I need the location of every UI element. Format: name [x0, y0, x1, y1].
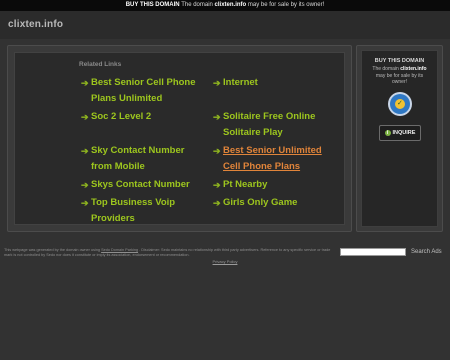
arrow-right-icon: ➔	[81, 198, 89, 208]
inquire-button[interactable]: i INQUIRE	[379, 125, 421, 141]
related-links-title: Related Links	[79, 61, 122, 68]
related-link[interactable]: ➔ Top Business Voip Providers	[81, 195, 206, 227]
related-link-highlighted[interactable]: ➔ Best Senior Unlimited Cell Phone Plans	[213, 143, 338, 175]
search-input[interactable]	[340, 248, 406, 256]
top-banner: BUY THIS DOMAIN The domain clixten.info …	[0, 0, 450, 11]
buy-domain-inner: BUY THIS DOMAIN The domain clixten.info …	[361, 50, 438, 227]
related-link-label[interactable]: Internet	[223, 75, 258, 91]
related-link[interactable]: ➔ Solitaire Free Online Solitaire Play	[213, 109, 338, 141]
arrow-right-icon: ➔	[81, 180, 89, 190]
top-banner-post: may be for sale by its owner!	[247, 2, 325, 8]
buy-domain-post: may be for sale by its owner!	[375, 72, 424, 86]
sedo-parking-link[interactable]: Sedo Domain Parking	[101, 248, 138, 252]
verified-seal-icon: ✓	[390, 94, 410, 114]
related-link[interactable]: ➔ Skys Contact Number	[81, 177, 206, 193]
info-icon: i	[384, 130, 391, 136]
disclaimer-text-1: This webpage was generated by the domain…	[4, 248, 101, 252]
disclaimer: This webpage was generated by the domain…	[4, 248, 334, 258]
arrow-right-icon: ➔	[81, 146, 89, 156]
arrow-right-icon: ➔	[81, 78, 89, 88]
related-links-left-column: ➔ Best Senior Cell Phone Plans Unlimited…	[81, 75, 206, 227]
related-link[interactable]: ➔ Sky Contact Number from Mobile	[81, 143, 206, 175]
buy-domain-name: clixten.info	[400, 66, 427, 72]
related-link-label[interactable]: Pt Nearby	[223, 177, 267, 193]
buy-domain-pre: The domain	[372, 66, 399, 72]
top-banner-pre: The domain	[181, 2, 213, 8]
site-name[interactable]: clixten.info	[8, 19, 63, 30]
related-links-inner: Related Links ➔ Best Senior Cell Phone P…	[14, 52, 345, 225]
related-links-right-column: ➔ Internet ➔ Solitaire Free Online Solit…	[213, 75, 338, 211]
related-link-label[interactable]: Girls Only Game	[223, 195, 297, 211]
arrow-right-icon: ➔	[213, 146, 221, 156]
top-banner-domain: clixten.info	[214, 2, 247, 8]
related-link[interactable]: ➔ Pt Nearby	[213, 177, 338, 193]
arrow-right-icon: ➔	[213, 112, 221, 122]
related-link-label[interactable]: Sky Contact Number from Mobile	[91, 143, 206, 175]
related-link-label[interactable]: Solitaire Free Online Solitaire Play	[223, 109, 338, 141]
related-link-label[interactable]: Top Business Voip Providers	[91, 195, 206, 227]
arrow-right-icon: ➔	[213, 198, 221, 208]
buy-domain-title: BUY THIS DOMAIN	[374, 58, 425, 64]
arrow-right-icon: ➔	[213, 78, 221, 88]
buy-domain-text: The domain clixten.info may be for sale …	[368, 66, 431, 86]
related-link-label[interactable]: Skys Contact Number	[91, 177, 190, 193]
related-link[interactable]: ➔ Best Senior Cell Phone Plans Unlimited	[81, 75, 206, 107]
inquire-label: INQUIRE	[392, 130, 416, 136]
related-links-panel: Related Links ➔ Best Senior Cell Phone P…	[7, 45, 352, 232]
related-link[interactable]: ➔ Girls Only Game	[213, 195, 338, 211]
related-link[interactable]: ➔ Internet	[213, 75, 338, 91]
related-link[interactable]: ➔ Soc 2 Level 2	[81, 109, 206, 125]
buy-domain-panel: BUY THIS DOMAIN The domain clixten.info …	[356, 45, 443, 232]
privacy-policy-link[interactable]: Privacy Policy	[0, 259, 450, 264]
related-link-label[interactable]: Soc 2 Level 2	[91, 109, 151, 125]
top-banner-buy[interactable]: BUY THIS DOMAIN	[126, 2, 180, 8]
related-link-label[interactable]: Best Senior Unlimited Cell Phone Plans	[223, 143, 338, 175]
arrow-right-icon: ➔	[81, 112, 89, 122]
site-header: clixten.info	[0, 11, 450, 39]
arrow-right-icon: ➔	[213, 180, 221, 190]
related-link-label[interactable]: Best Senior Cell Phone Plans Unlimited	[91, 75, 206, 107]
search-ads-button[interactable]: Search Ads	[411, 248, 442, 256]
